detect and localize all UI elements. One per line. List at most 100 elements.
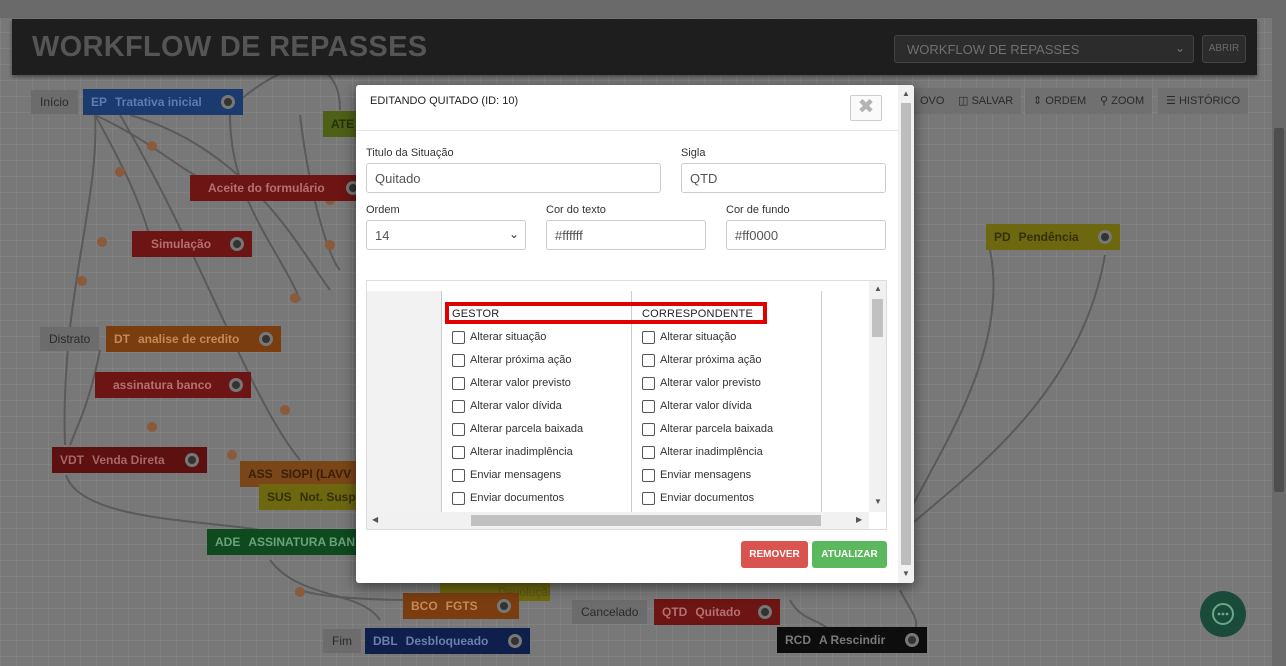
node-distrato[interactable]: Distrato: [40, 327, 100, 351]
checkbox[interactable]: [452, 399, 465, 413]
checkbox[interactable]: [642, 376, 655, 390]
permissions-horizontal-thumb[interactable]: [471, 515, 821, 526]
scroll-down-icon[interactable]: ▼: [902, 569, 910, 578]
node-dt-name: analise de credito: [138, 332, 240, 346]
checkbox[interactable]: [642, 468, 655, 482]
checkbox[interactable]: [642, 399, 655, 413]
checkbox[interactable]: [452, 445, 465, 459]
node-ade-name: ASSINATURA BAN: [248, 535, 356, 549]
node-ep[interactable]: EP Tratativa inicial: [83, 89, 243, 115]
permissions-column-correspondente: CORRESPONDENTE Alterar situação Alterar …: [631, 291, 821, 513]
history-button[interactable]: ☰ HISTÓRICO: [1158, 88, 1249, 114]
node-dt-handle[interactable]: [259, 332, 273, 346]
scroll-up-icon[interactable]: ▲: [902, 89, 910, 98]
checkbox[interactable]: [452, 330, 465, 344]
scroll-up-icon[interactable]: ▲: [874, 284, 882, 293]
node-assinatura-banco-handle[interactable]: [229, 378, 243, 392]
node-dbl-handle[interactable]: [508, 634, 522, 648]
scroll-left-icon[interactable]: ◀: [372, 515, 378, 524]
permission-checkbox[interactable]: Alterar próxima ação: [642, 352, 762, 368]
permissions-vertical-thumb[interactable]: [872, 299, 883, 337]
permission-checkbox[interactable]: Alterar inadimplência: [452, 444, 573, 460]
node-pd-handle[interactable]: [1098, 230, 1112, 244]
chat-bubble-icon[interactable]: [1200, 591, 1246, 637]
scroll-right-icon[interactable]: ▶: [856, 515, 862, 524]
new-button[interactable]: OVO: [912, 88, 953, 114]
node-ep-handle[interactable]: [221, 95, 235, 109]
permission-label: Alterar situação: [660, 331, 737, 343]
node-bco-handle[interactable]: [497, 599, 511, 613]
permission-checkbox[interactable]: Alterar valor dívida: [642, 398, 752, 414]
node-qtd[interactable]: QTD Quitado: [654, 599, 780, 625]
page-scrollbar[interactable]: [1272, 0, 1286, 666]
workflow-select-value: WORKFLOW DE REPASSES: [907, 42, 1080, 57]
modal-scrollbar[interactable]: ▲ ▼: [898, 85, 914, 583]
node-vdt-handle[interactable]: [185, 453, 199, 467]
node-aceite-label: Aceite do formulário: [208, 181, 325, 195]
node-qtd-handle[interactable]: [758, 605, 772, 619]
sigla-field[interactable]: QTD: [681, 163, 886, 193]
checkbox[interactable]: [452, 353, 465, 367]
remove-button[interactable]: REMOVER: [741, 541, 808, 568]
modal-scrollbar-thumb[interactable]: [901, 103, 911, 565]
page-scrollbar-thumb[interactable]: [1274, 128, 1284, 492]
checkbox[interactable]: [642, 353, 655, 367]
save-button[interactable]: ◫ SALVAR: [950, 88, 1022, 114]
permission-checkbox[interactable]: Enviar mensagens: [642, 467, 751, 483]
permission-checkbox[interactable]: Alterar valor previsto: [452, 375, 571, 391]
list-icon: ☰: [1166, 95, 1176, 107]
update-button[interactable]: ATUALIZAR: [812, 541, 887, 568]
zoom-button[interactable]: ⚲ ZOOM: [1092, 88, 1153, 114]
checkbox[interactable]: [452, 376, 465, 390]
permission-checkbox[interactable]: Alterar situação: [452, 329, 546, 345]
permission-checkbox[interactable]: Alterar parcela baixada: [452, 421, 583, 437]
node-pd[interactable]: PD Pendência: [986, 224, 1120, 250]
node-bco[interactable]: BCO FGTS: [403, 593, 519, 619]
checkbox[interactable]: [452, 491, 465, 505]
ordem-select[interactable]: 14 ⌄: [366, 220, 526, 250]
permission-checkbox[interactable]: Alterar valor dívida: [452, 398, 562, 414]
node-start[interactable]: Início: [31, 90, 78, 114]
checkbox[interactable]: [642, 445, 655, 459]
node-cancelado[interactable]: Cancelado: [572, 600, 648, 624]
checkbox[interactable]: [642, 422, 655, 436]
checkbox[interactable]: [642, 330, 655, 344]
history-button-label: HISTÓRICO: [1178, 95, 1241, 107]
node-vdt[interactable]: VDT Venda Direta: [52, 447, 207, 473]
permission-checkbox[interactable]: Enviar mensagens: [452, 467, 561, 483]
node-rcd[interactable]: RCD A Rescindir: [777, 627, 927, 653]
order-button[interactable]: ⇕ ORDEM: [1025, 88, 1095, 114]
node-ep-code: EP: [91, 95, 108, 109]
node-simulacao-handle[interactable]: [230, 237, 244, 251]
checkbox[interactable]: [642, 491, 655, 505]
scroll-down-icon[interactable]: ▼: [874, 497, 882, 506]
node-vdt-name: Venda Direta: [92, 453, 165, 467]
permissions-vertical-scrollbar[interactable]: ▲ ▼: [869, 281, 886, 512]
titulo-field[interactable]: Quitado: [366, 163, 661, 193]
cor-fundo-field[interactable]: #ff0000: [726, 220, 886, 250]
permission-checkbox[interactable]: Alterar inadimplência: [642, 444, 763, 460]
checkbox[interactable]: [452, 422, 465, 436]
permission-checkbox[interactable]: Alterar próxima ação: [452, 352, 572, 368]
node-aceite[interactable]: Aceite do formulário: [190, 175, 368, 201]
close-icon[interactable]: ✖: [850, 95, 882, 121]
node-assinatura-banco[interactable]: assinatura banco: [95, 372, 251, 398]
permission-checkbox[interactable]: Enviar documentos: [452, 490, 564, 506]
node-sus-code: SUS: [267, 490, 292, 504]
permission-checkbox[interactable]: Alterar valor previsto: [642, 375, 761, 391]
node-ade[interactable]: ADE ASSINATURA BAN: [207, 529, 356, 555]
node-simulacao[interactable]: Simulação: [132, 231, 252, 257]
permission-checkbox[interactable]: Alterar situação: [642, 329, 736, 345]
open-button[interactable]: ABRIR: [1202, 35, 1246, 63]
permissions-horizontal-scrollbar[interactable]: ◀ ▶: [367, 512, 869, 529]
permission-checkbox[interactable]: Enviar documentos: [642, 490, 754, 506]
permission-checkbox[interactable]: Alterar parcela baixada: [642, 421, 773, 437]
workflow-select[interactable]: WORKFLOW DE REPASSES ⌄: [894, 35, 1194, 63]
node-dbl[interactable]: DBL Desbloqueado: [365, 628, 530, 654]
cor-texto-field[interactable]: #ffffff: [546, 220, 706, 250]
node-rcd-handle[interactable]: [905, 633, 919, 647]
checkbox[interactable]: [452, 468, 465, 482]
node-dt[interactable]: DT analise de credito: [106, 326, 281, 352]
node-sus[interactable]: SUS Not. Susp: [259, 484, 356, 510]
node-fim[interactable]: Fim: [323, 629, 361, 653]
